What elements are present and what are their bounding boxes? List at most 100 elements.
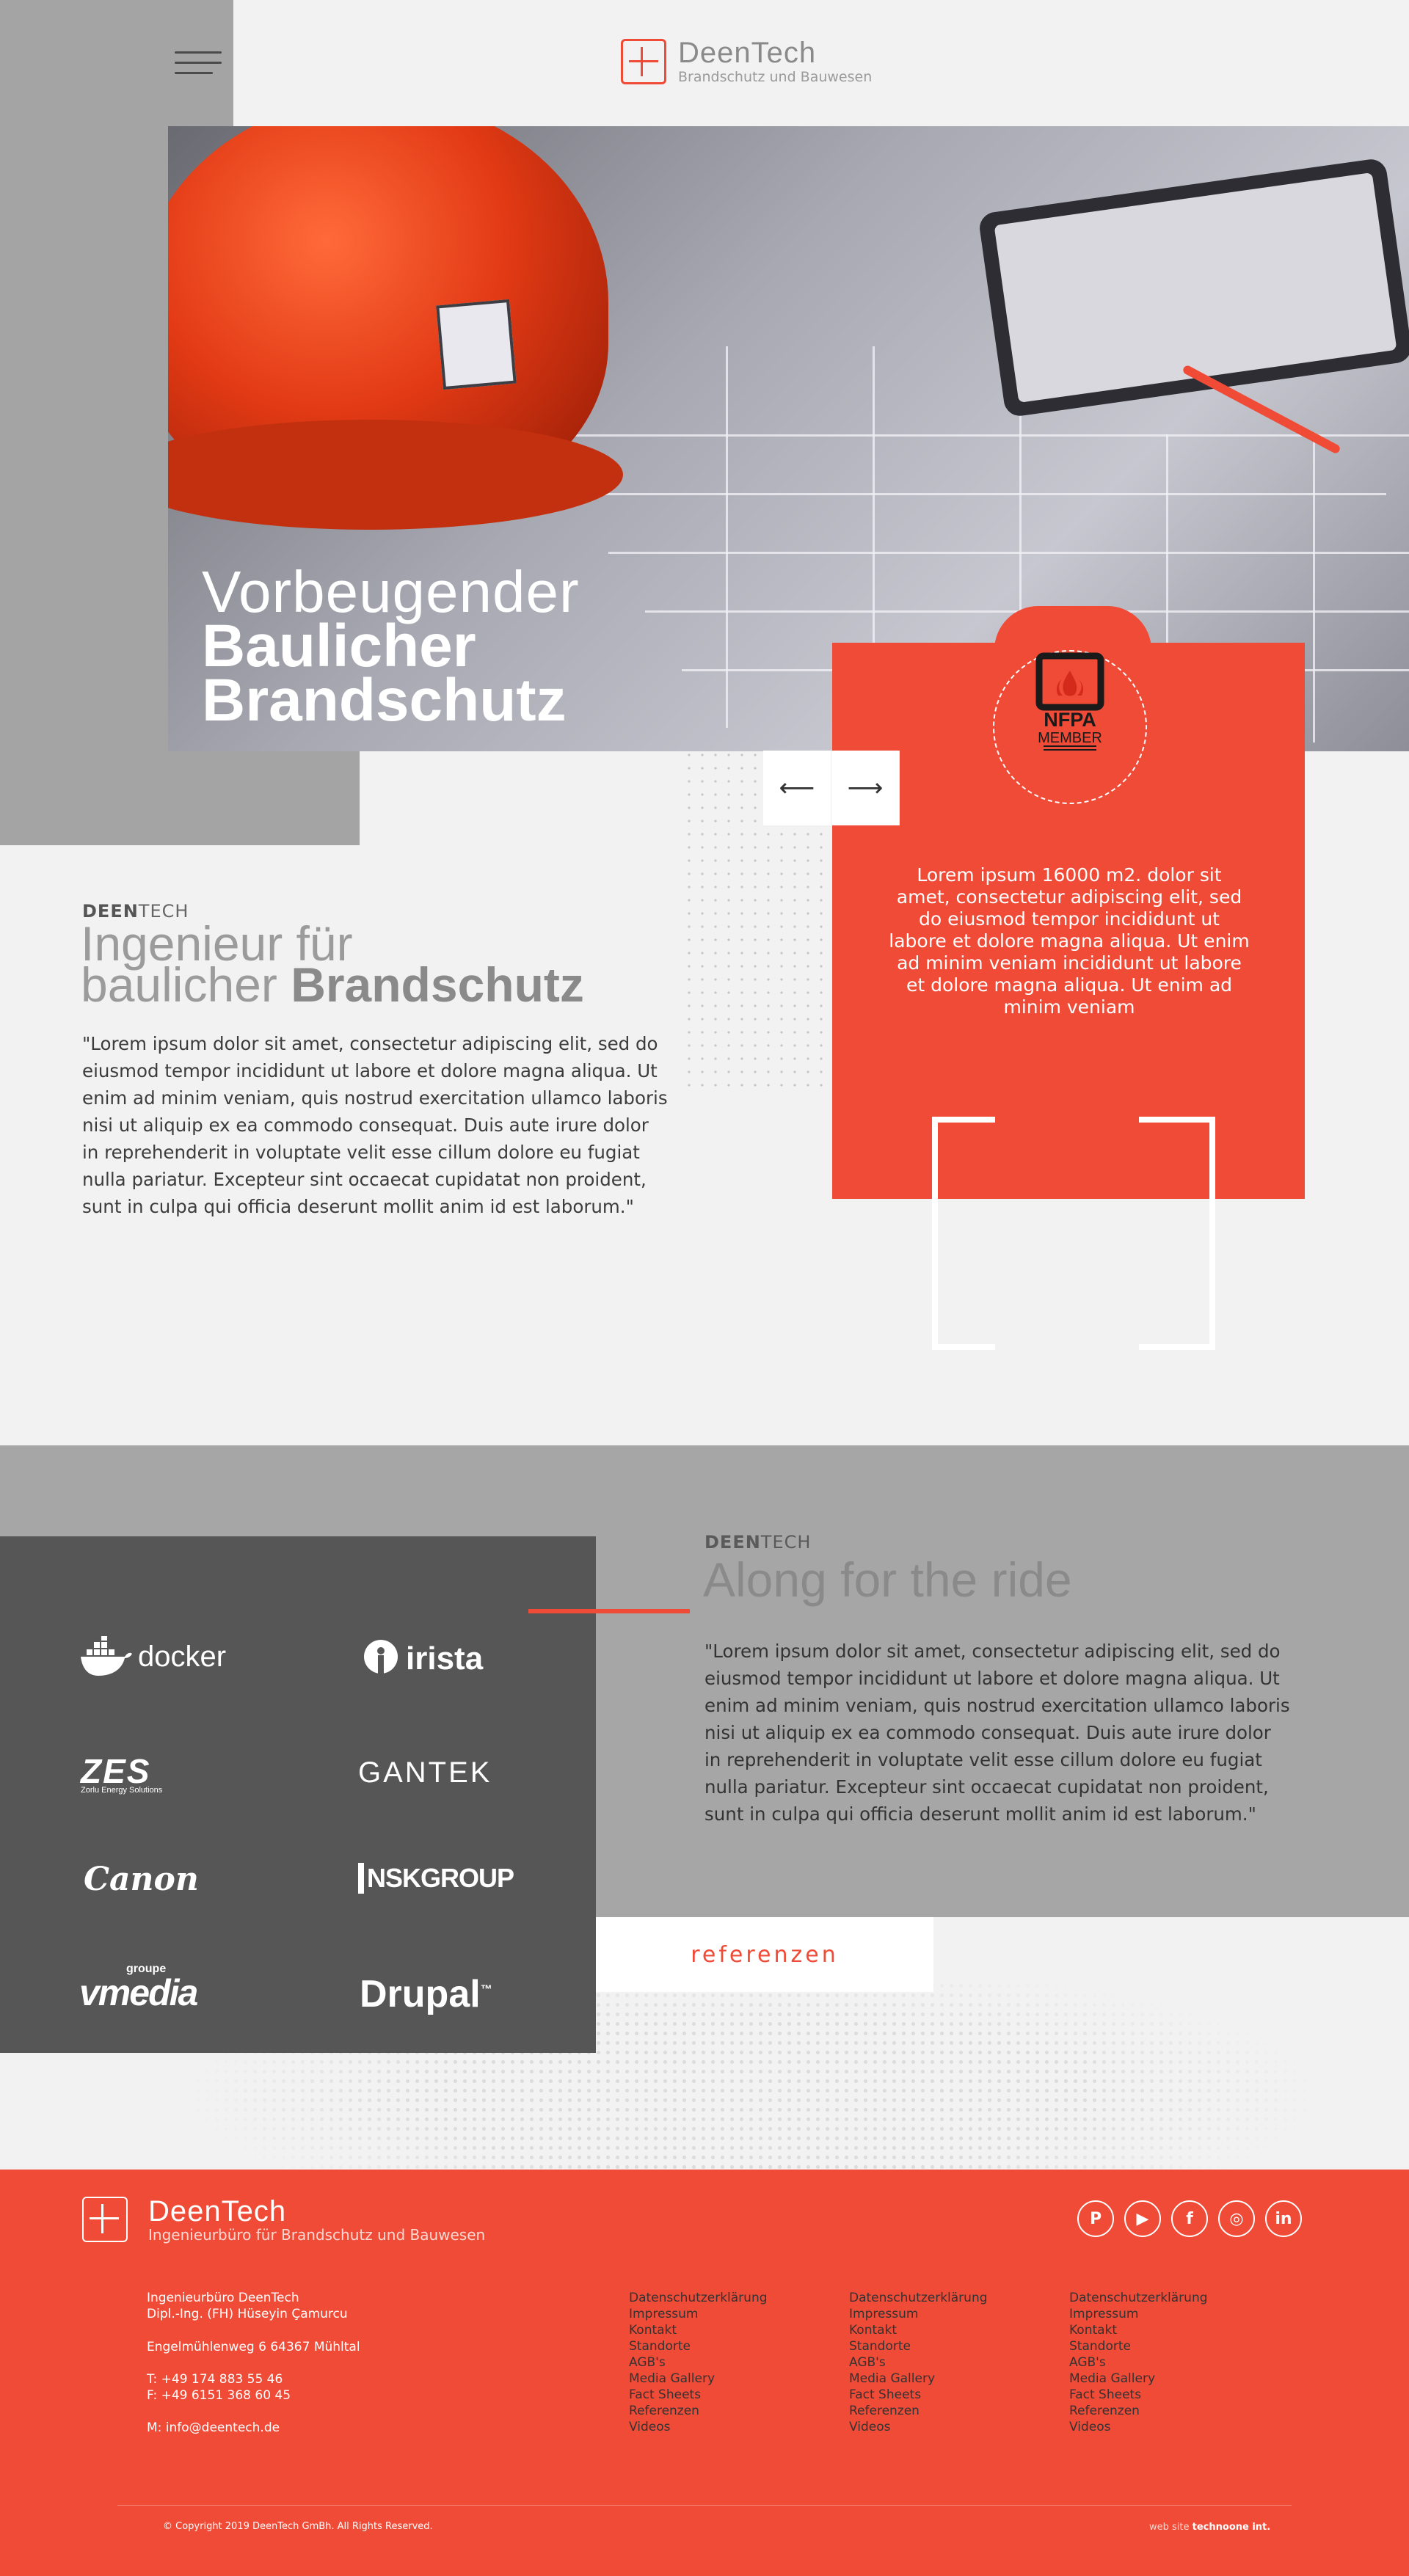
footer-links-col-2: Datenschutzerklärung Impressum Kontakt S… (849, 2290, 988, 2435)
left-gray-block-lower (0, 748, 360, 845)
left-gray-band (0, 126, 168, 845)
footer-link-referenzen[interactable]: Referenzen (629, 2403, 768, 2419)
bracket-left-decoration (932, 1117, 995, 1350)
youtube-icon[interactable]: ▶ (1124, 2200, 1161, 2237)
drupal-label: Drupal (360, 1973, 481, 2015)
footer-link-fact-sheets[interactable]: Fact Sheets (629, 2387, 768, 2403)
ride-eyebrow: DEENTECH (704, 1532, 811, 1552)
footer-link-impressum[interactable]: Impressum (629, 2306, 768, 2322)
ride-eyebrow-light: TECH (760, 1532, 812, 1552)
footer-link-datenschutz[interactable]: Datenschutzerklärung (629, 2290, 768, 2306)
accent-divider (528, 1609, 690, 1613)
footer-link-kontakt[interactable]: Kontakt (629, 2322, 768, 2338)
client-logo-docker[interactable]: docker (79, 1636, 226, 1677)
footer-email[interactable]: M: info@deentech.de (147, 2420, 280, 2436)
footer-logo-icon[interactable] (82, 2197, 128, 2242)
vmedia-label: vmedia (79, 1972, 198, 2013)
footer-brand-tagline: Ingenieurbüro für Brandschutz und Bauwes… (148, 2226, 486, 2244)
footer-link-datenschutz[interactable]: Datenschutzerklärung (849, 2290, 988, 2306)
footer-link-kontakt[interactable]: Kontakt (849, 2322, 988, 2338)
hero-title-line1: Vorbeugender (202, 559, 580, 624)
footer-link-impressum[interactable]: Impressum (849, 2306, 988, 2322)
intro-heading-bold: Brandschutz (291, 957, 584, 1012)
copyright-text: © Copyright 2019 DeenTech GmBh. All Righ… (163, 2521, 433, 2532)
client-logo-zes[interactable]: ZES Zorlu Energy Solutions (81, 1752, 163, 1795)
client-logo-nskgroup[interactable]: NSKGROUP (358, 1863, 514, 1894)
client-logo-canon[interactable]: Canon (84, 1861, 199, 1898)
hard-hat-label (436, 299, 517, 390)
footer-link-standorte[interactable]: Standorte (849, 2338, 988, 2354)
irista-label: irista (406, 1641, 484, 1676)
client-logos-panel: docker irista ZES Zorlu Energy Solutions… (0, 1536, 596, 2053)
intro-paragraph: "Lorem ipsum dolor sit amet, consectetur… (82, 1033, 668, 1217)
footer-link-media-gallery[interactable]: Media Gallery (1069, 2371, 1208, 2387)
footer-link-standorte[interactable]: Standorte (629, 2338, 768, 2354)
ride-eyebrow-bold: DEEN (704, 1532, 761, 1552)
footer-link-impressum[interactable]: Impressum (1069, 2306, 1208, 2322)
site-credit-name: technoone int. (1192, 2522, 1271, 2533)
site-credit-label: web site (1149, 2522, 1190, 2533)
footer-address: Engelmühlenweg 6 64367 Mühltal (147, 2340, 360, 2354)
footer-link-standorte[interactable]: Standorte (1069, 2338, 1208, 2354)
docker-label: docker (138, 1640, 227, 1673)
intro-heading-light: baulicher (81, 957, 277, 1012)
footer-link-fact-sheets[interactable]: Fact Sheets (849, 2387, 988, 2403)
card-text: Lorem ipsum 16000 m2. dolor sit amet, co… (889, 864, 1250, 1018)
referenzen-button[interactable]: referenzen (596, 1917, 933, 1992)
hero-title-line3: Brandschutz (202, 667, 567, 734)
footer-link-videos[interactable]: Videos (629, 2419, 768, 2435)
footer-link-media-gallery[interactable]: Media Gallery (629, 2371, 768, 2387)
arrow-left-button[interactable]: ⟵ (763, 751, 831, 825)
zes-sublabel: Zorlu Energy Solutions (81, 1786, 163, 1795)
logo-mark-icon (621, 39, 666, 84)
footer-link-agbs[interactable]: AGB's (849, 2354, 988, 2371)
footer-link-referenzen[interactable]: Referenzen (1069, 2403, 1208, 2419)
drupal-tm: ™ (480, 1983, 492, 1996)
intro-heading: Ingenieur für baulicher Brandschutz (81, 919, 584, 1009)
footer-link-videos[interactable]: Videos (1069, 2419, 1208, 2435)
footer-link-datenschutz[interactable]: Datenschutzerklärung (1069, 2290, 1208, 2306)
footer-link-fact-sheets[interactable]: Fact Sheets (1069, 2387, 1208, 2403)
footer-link-videos[interactable]: Videos (849, 2419, 988, 2435)
nfpa-member-badge-icon: NFPA MEMBER (1035, 652, 1104, 751)
footer-phone[interactable]: T: +49 174 883 55 46 (147, 2371, 283, 2387)
brand-tagline: Brandschutz und Bauwesen (678, 69, 873, 85)
client-logo-drupal[interactable]: Drupal™ (360, 1972, 492, 2016)
ride-paragraph: "Lorem ipsum dolor sit amet, consectetur… (704, 1641, 1290, 1825)
zes-label: ZES (81, 1752, 151, 1790)
footer-link-kontakt[interactable]: Kontakt (1069, 2322, 1208, 2338)
footer-brand-name: DeenTech (148, 2195, 287, 2227)
social-links: P ▶ f ◎ in (1077, 2200, 1302, 2237)
footer-link-referenzen[interactable]: Referenzen (849, 2403, 988, 2419)
ride-heading: Along for the ride (703, 1552, 1072, 1607)
brand-logo[interactable]: DeenTech Brandschutz und Bauwesen (621, 38, 872, 85)
client-logo-gantek[interactable]: GANTEK (358, 1756, 492, 1789)
footer-link-agbs[interactable]: AGB's (1069, 2354, 1208, 2371)
badge-bottom-text: MEMBER (1038, 730, 1102, 746)
tablet-image (977, 157, 1409, 418)
footer-divider (117, 2505, 1292, 2506)
footer-link-media-gallery[interactable]: Media Gallery (849, 2371, 988, 2387)
footer-person: Dipl.-Ing. (FH) Hüseyin Çamurcu (147, 2307, 348, 2321)
badge-top-text: NFPA (1044, 709, 1096, 731)
slider-controls: ⟵ ⟶ (763, 751, 900, 825)
docker-whale-icon (81, 1636, 132, 1676)
linkedin-icon[interactable]: in (1265, 2200, 1302, 2237)
footer-link-agbs[interactable]: AGB's (629, 2354, 768, 2371)
facebook-icon[interactable]: f (1171, 2200, 1208, 2237)
arrow-right-button[interactable]: ⟶ (831, 751, 900, 825)
footer-links-col-3: Datenschutzerklärung Impressum Kontakt S… (1069, 2290, 1208, 2435)
client-logo-irista[interactable]: irista (363, 1639, 483, 1679)
footer-company: Ingenieurbüro DeenTech (147, 2291, 299, 2305)
brand-name: DeenTech (678, 37, 817, 69)
footer-links-col-1: Datenschutzerklärung Impressum Kontakt S… (629, 2290, 768, 2435)
instagram-icon[interactable]: ◎ (1218, 2200, 1255, 2237)
hero-title: Vorbeugender Baulicher Brandschutz (202, 559, 580, 734)
pinterest-icon[interactable]: P (1077, 2200, 1114, 2237)
site-credit[interactable]: web site technoone int. (1149, 2522, 1270, 2533)
menu-hamburger-icon[interactable] (175, 48, 222, 78)
client-logo-vmedia[interactable]: groupe vmedia (79, 1963, 198, 2013)
footer-fax: F: +49 6151 368 60 45 (147, 2388, 291, 2403)
hero-title-line2: Baulicher (202, 613, 476, 679)
irista-mark-icon (364, 1640, 398, 1679)
